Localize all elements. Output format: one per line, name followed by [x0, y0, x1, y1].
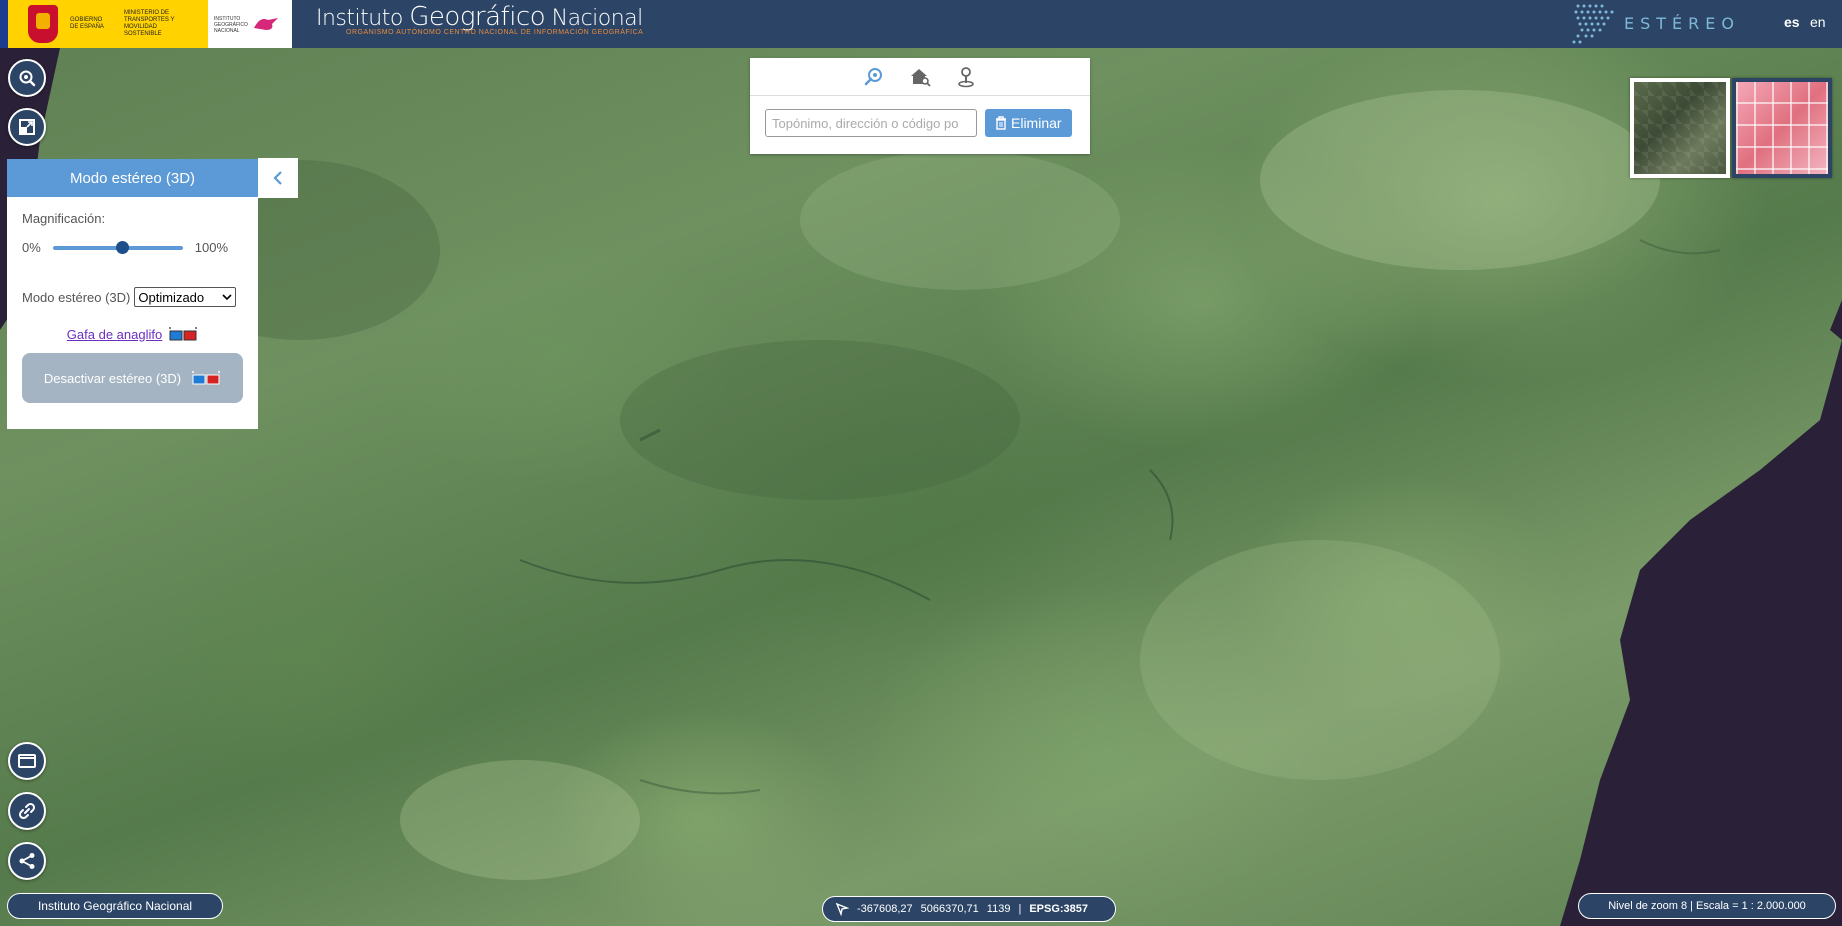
coordinates-pill[interactable]: -367608,27 5066370,71 1139 | EPSG:3857: [822, 896, 1116, 922]
slider-max-label: 100%: [194, 240, 229, 255]
cursor-icon: [835, 902, 849, 916]
search-tabs: [750, 58, 1090, 96]
ign-bird-icon: [254, 18, 278, 30]
zoom-search-icon: [19, 70, 36, 87]
gov-label: Gobierno de España: [70, 17, 104, 30]
full-extent-button[interactable]: [8, 108, 46, 146]
trash-icon: [996, 116, 1006, 130]
attribution-pill[interactable]: Instituto Geográfico Nacional: [7, 893, 223, 919]
panel-title: Modo estéreo (3D): [7, 159, 258, 197]
deactivate-label: Desactivar estéreo (3D): [43, 370, 182, 386]
app-name: ESTÉREO: [1624, 14, 1740, 33]
separator: |: [1018, 903, 1022, 915]
lang-en-link[interactable]: en: [1810, 14, 1826, 30]
coat-of-arms-icon: [28, 5, 58, 43]
link-icon: [18, 802, 36, 820]
glasses-icon: [192, 371, 220, 385]
ign-brand[interactable]: Instituto Geográfico Nacional Organismo …: [316, 2, 643, 36]
deactivate-stereo-button[interactable]: Desactivar estéreo (3D): [22, 353, 243, 403]
zoom-search-button[interactable]: [8, 59, 46, 97]
ministry-label: Ministerio de Transportes y Movilidad So…: [124, 10, 175, 37]
brand-subtitle: Organismo Autónomo Centro Nacional de In…: [346, 29, 644, 36]
ign-mini-logo[interactable]: Instituto Geográfico Nacional: [208, 0, 292, 48]
window-button[interactable]: [8, 742, 46, 780]
coord-z: 1139: [986, 903, 1011, 915]
crs-label: EPSG:3857: [1029, 903, 1089, 915]
brand-title: Instituto Geográfico Nacional: [316, 2, 643, 32]
top-bar: Gobierno de España Ministerio de Transpo…: [0, 0, 1842, 48]
link-button[interactable]: [8, 792, 46, 830]
magnification-slider[interactable]: [52, 240, 183, 254]
chevron-left-icon: [273, 171, 282, 185]
magnification-label: Magnificación:: [22, 211, 106, 226]
lang-es-link[interactable]: es: [1784, 14, 1800, 30]
delete-button[interactable]: Eliminar: [985, 109, 1072, 137]
chevron-down-icon: [222, 294, 232, 301]
mode-row: Modo estéreo (3D) Optimizado: [22, 287, 243, 307]
slider-handle[interactable]: [116, 240, 130, 254]
mode-select[interactable]: Optimizado: [134, 287, 237, 307]
zoom-scale-pill: Nivel de zoom 8 | Escala = 1 : 2.000.000: [1578, 893, 1836, 919]
anaglyph-link[interactable]: Gafa de anaglifo: [67, 327, 162, 342]
search-address-icon[interactable]: [909, 66, 931, 88]
search-row: Topónimo, dirección o código po Eliminar: [750, 96, 1090, 150]
delete-label: Eliminar: [1011, 115, 1062, 131]
anaglyph-glasses-icon[interactable]: [168, 325, 198, 343]
share-icon: [19, 853, 35, 869]
slider-min-label: 0%: [22, 240, 41, 255]
search-box: Topónimo, dirección o código po Eliminar: [750, 58, 1090, 154]
search-input[interactable]: Topónimo, dirección o código po: [765, 109, 977, 137]
magnification-slider-row: 0% 100%: [22, 240, 243, 255]
collapse-panel-button[interactable]: [258, 158, 298, 198]
ign-mini-label: Instituto Geográfico Nacional: [214, 16, 248, 34]
basemap-ortho-thumbnail[interactable]: [1630, 78, 1730, 178]
search-place-icon[interactable]: [863, 66, 885, 88]
window-icon: [18, 754, 36, 768]
stereo-panel: Modo estéreo (3D) Magnificación: 0% 100%…: [7, 159, 258, 429]
basemap-map-thumbnail[interactable]: [1732, 78, 1832, 178]
extent-icon: [19, 119, 35, 135]
coord-x: -367608,27: [857, 903, 913, 915]
share-button[interactable]: [8, 842, 46, 880]
coord-y: 5066370,71: [920, 903, 979, 915]
search-coordinates-icon[interactable]: [955, 66, 977, 88]
mode-label: Modo estéreo (3D): [22, 289, 131, 305]
eu-flag-strip: [0, 0, 8, 48]
anaglyph-row: Gafa de anaglifo: [22, 325, 243, 343]
spain-dots-icon: [1572, 4, 1614, 44]
mode-select-value: Optimizado: [138, 289, 205, 305]
